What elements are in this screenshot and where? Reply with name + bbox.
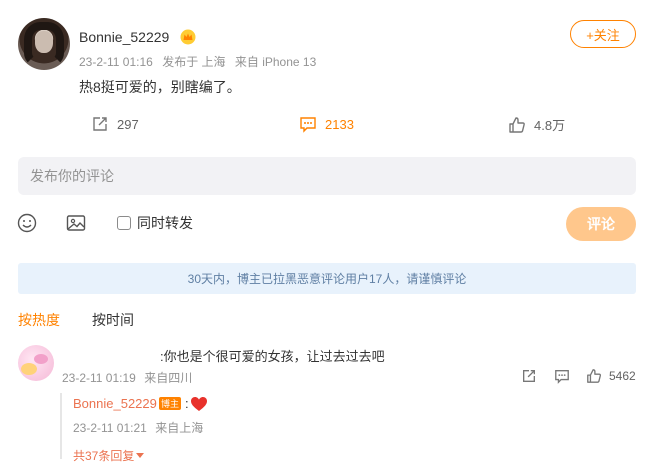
post-text: 热8挺可爱的，别瞎编了。 (79, 79, 241, 95)
reply-colon: : (185, 396, 189, 411)
emoji-icon[interactable] (17, 213, 37, 233)
commenter-avatar[interactable] (18, 345, 54, 381)
comment-icon (300, 117, 316, 133)
post-author-avatar[interactable] (18, 18, 70, 70)
comment-text: :你也是个很可爱的女孩，让过去过去吧 (160, 349, 385, 364)
reply-date: 23-2-11 01:21 (73, 421, 147, 435)
blogger-badge: 博主 (159, 397, 181, 410)
comment-count: 2133 (325, 116, 354, 132)
reply-location: 来自上海 (155, 421, 204, 435)
repost-icon (93, 117, 107, 131)
follow-button[interactable]: +关注 (570, 20, 636, 48)
post-date[interactable]: 23-2-11 01:16 (79, 55, 153, 69)
like-button[interactable]: 4.8万 (508, 115, 565, 134)
reply-divider (60, 393, 62, 459)
comment-date: 23-2-11 01:19 (62, 371, 136, 385)
thumbs-up-icon (509, 116, 525, 133)
comment-input-placeholder: 发布你的评论 (30, 168, 114, 184)
more-replies-link[interactable]: 共37条回复 (73, 447, 145, 464)
chevron-down-icon (136, 453, 145, 458)
comment-notice-banner: 30天内，博主已拉黑恶意评论用户17人，请谨慎评论 (18, 263, 636, 294)
comment-button[interactable]: 2133 (299, 115, 354, 133)
submit-comment-button[interactable]: 评论 (566, 207, 636, 241)
more-replies-label: 共37条回复 (73, 449, 135, 463)
image-icon[interactable] (66, 213, 86, 233)
repost-button[interactable]: 297 (91, 115, 139, 133)
comment-reply-icon[interactable] (554, 368, 570, 384)
comment-repost-icon[interactable] (521, 368, 537, 384)
comment-like-icon[interactable] (586, 368, 602, 384)
comment-location: 来自四川 (144, 371, 193, 385)
vip-crown-icon (180, 29, 196, 45)
reply-meta: 23-2-11 01:21 来自上海 (73, 419, 208, 436)
like-count: 4.8万 (534, 118, 566, 133)
repost-checkbox-label: 同时转发 (137, 215, 193, 231)
heart-icon (191, 397, 207, 411)
reply-username[interactable]: Bonnie_52229 (73, 396, 157, 411)
comment-input[interactable]: 发布你的评论 (18, 157, 636, 195)
repost-count: 297 (117, 116, 139, 132)
post-location: 发布于 上海 (162, 55, 226, 69)
avatar-decoration (34, 354, 48, 364)
post-source: 来自 iPhone 13 (234, 55, 317, 69)
repost-checkbox[interactable] (117, 216, 131, 230)
post-username[interactable]: Bonnie_52229 (79, 29, 169, 45)
comment-meta: 23-2-11 01:19 来自四川 (62, 369, 197, 386)
avatar-face (35, 31, 53, 53)
sort-by-time-tab[interactable]: 按时间 (92, 310, 134, 330)
comment-like-count: 5462 (609, 369, 636, 383)
repost-checkbox-row[interactable]: 同时转发 (117, 213, 193, 233)
post-meta: 23-2-11 01:16 发布于 上海 来自 iPhone 13 (79, 53, 322, 70)
avatar-decoration (21, 363, 37, 375)
sort-by-hot-tab[interactable]: 按热度 (18, 310, 60, 330)
